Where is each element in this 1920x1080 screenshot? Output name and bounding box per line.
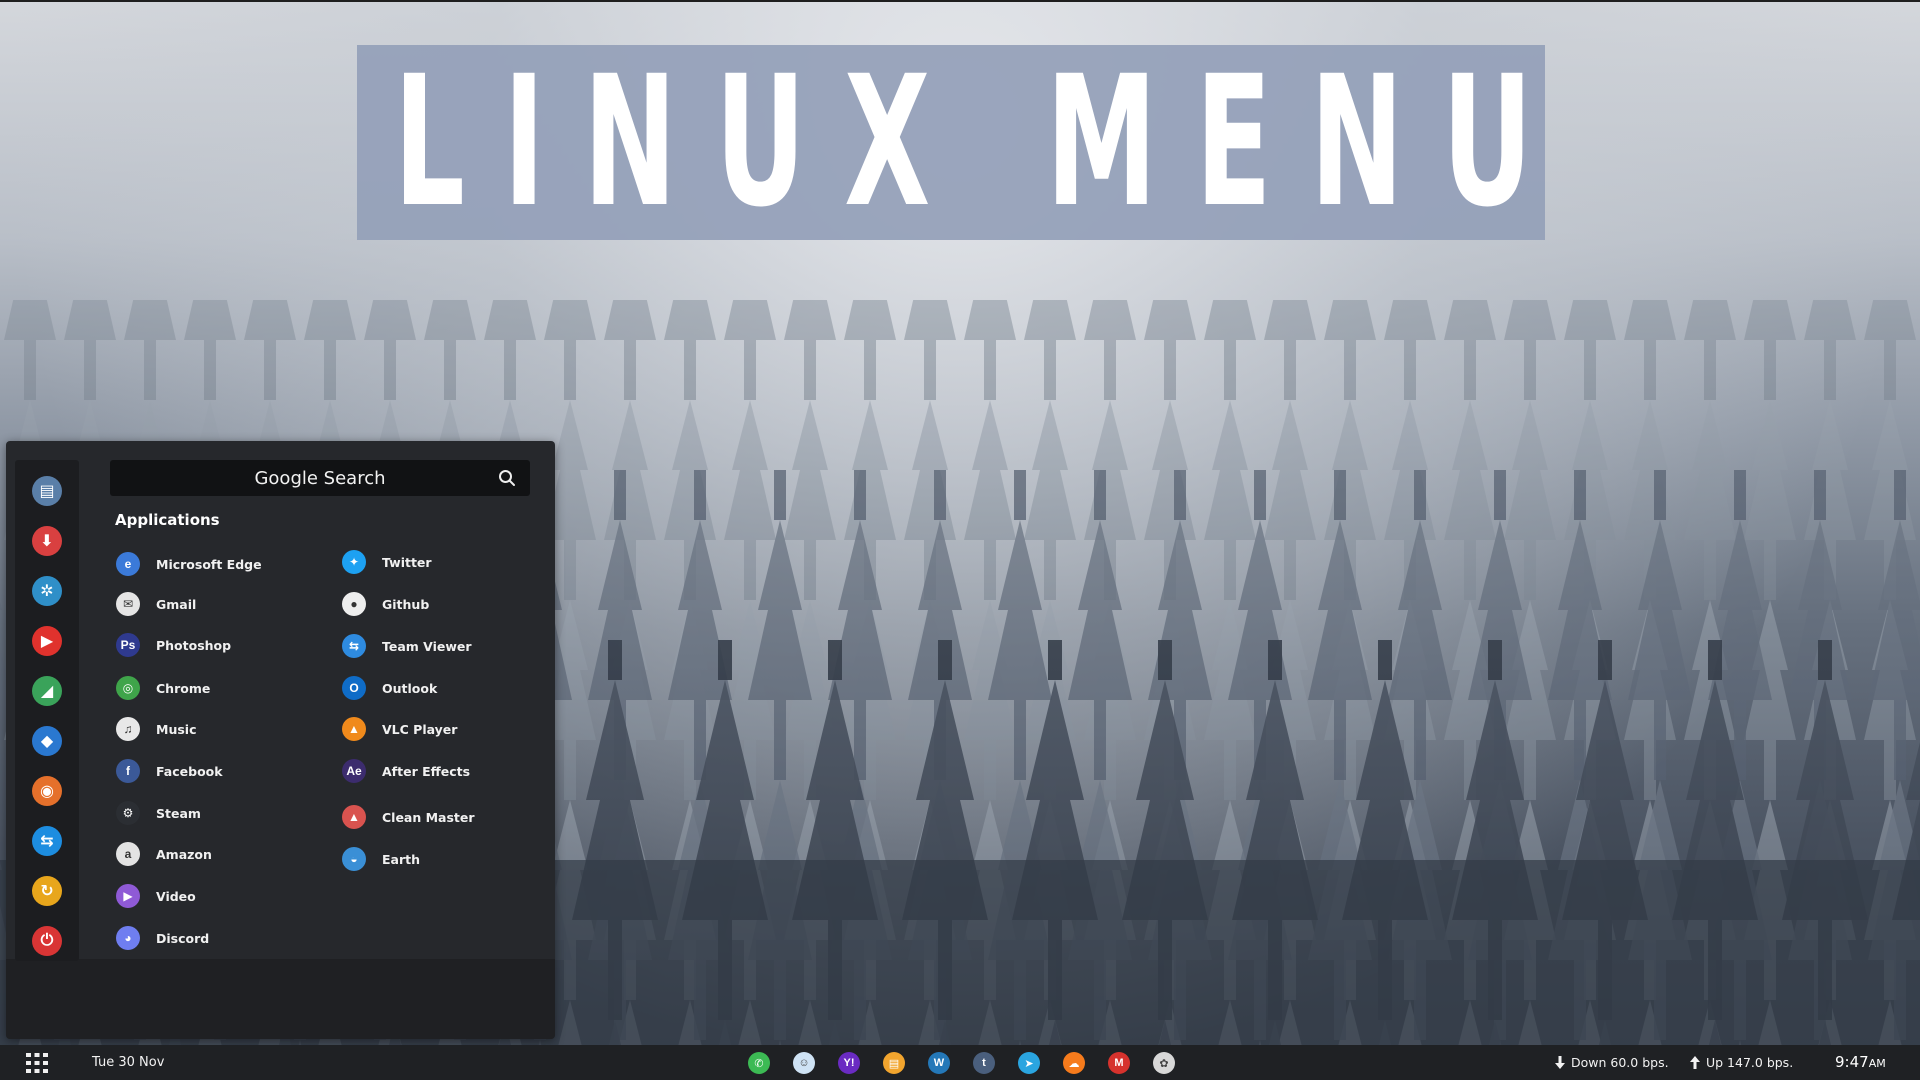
earth-icon: ◒ [342,847,366,871]
menu-footer [6,959,555,1039]
app-label: Twitter [382,554,432,570]
start-menu: ▤ ⬇ ✲ ▶ ◢ ◆ ◉ ⇆ ↻ ⏻ Applications e Microsoft Edge ✉… [6,441,555,1039]
app-label: Steam [156,805,201,821]
search-icon[interactable] [498,469,516,487]
tray-reddit-icon[interactable]: ☺ [793,1052,815,1074]
edge-icon: e [116,552,140,576]
clock-ampm: AM [1868,1057,1886,1070]
sidebar-settings-icon[interactable]: ✲ [32,576,62,606]
discord-icon: ◕ [116,926,140,950]
app-discord[interactable]: ◕ Discord [116,925,209,951]
app-steam[interactable]: ⚙ Steam [116,800,201,826]
app-vlc-player[interactable]: ▲ VLC Player [342,716,457,742]
app-grid-icon[interactable] [26,1053,48,1073]
sidebar-files-icon[interactable]: ▤ [32,476,62,506]
sidebar-teamviewer-icon[interactable]: ⇆ [32,826,62,856]
outlook-icon: O [342,676,366,700]
app-clean-master[interactable]: ▲ Clean Master [342,804,475,830]
taskbar-clock[interactable]: 9:47AM [1835,1053,1886,1071]
tray-telegram-icon[interactable]: ➤ [1018,1052,1040,1074]
menu-sidebar: ▤ ⬇ ✲ ▶ ◢ ◆ ◉ ⇆ ↻ ⏻ [15,460,79,961]
app-chrome[interactable]: ◎ Chrome [116,675,210,701]
net-down-text: Down 60.0 bps. [1571,1055,1669,1070]
app-music[interactable]: ♫ Music [116,716,196,742]
app-label: Music [156,721,197,737]
app-label: Gmail [156,596,197,612]
github-icon: ● [342,592,366,616]
tray-yahoo-icon[interactable]: Y! [838,1052,860,1074]
app-twitter[interactable]: ✦ Twitter [342,549,432,575]
facebook-icon: f [116,759,140,783]
app-earth[interactable]: ◒ Earth [342,846,420,872]
app-team-viewer[interactable]: ⇆ Team Viewer [342,633,472,659]
sidebar-downloader-icon[interactable]: ⬇ [32,526,62,556]
banner-title: LINUX MENU [393,37,1571,247]
twitter-icon: ✦ [342,550,366,574]
sidebar-dropbox-icon[interactable]: ◆ [32,726,62,756]
vlc-icon: ▲ [342,717,366,741]
app-outlook[interactable]: O Outlook [342,675,437,701]
title-banner: LINUX MENU [357,45,1545,240]
taskbar: Tue 30 Nov ✆ ☺ Y! ▤ Wt ➤ ☁ M ✿ Down 60.0 bps. Up… [0,1045,1920,1080]
tray-whatsapp-icon[interactable]: ✆ [748,1052,770,1074]
sidebar-sync-icon[interactable]: ↻ [32,876,62,906]
app-label: After Effects [382,763,471,779]
sidebar-firefox-icon[interactable]: ◉ [32,776,62,806]
app-label: Outlook [382,680,438,696]
app-label: VLC Player [382,721,458,737]
app-label: Earth [382,851,421,867]
sidebar-power-icon[interactable]: ⏻ [32,926,62,956]
aftereffects-icon: Ae [342,759,366,783]
arrow-down-icon [1555,1056,1565,1069]
app-amazon[interactable]: a Amazon [116,841,212,867]
app-github[interactable]: ● Github [342,591,429,617]
net-up-text: Up 147.0 bps. [1706,1055,1794,1070]
clock-time: 9:47 [1835,1053,1869,1071]
steam-icon: ⚙ [116,801,140,825]
tray-soundcloud-icon[interactable]: ☁ [1063,1052,1085,1074]
app-label: Microsoft Edge [156,556,262,572]
gmail-icon: ✉ [116,592,140,616]
video-icon: ▶ [116,884,140,908]
net-down-indicator: Down 60.0 bps. [1555,1055,1669,1070]
tray-files-icon[interactable]: ▤ [883,1052,905,1074]
app-label: Discord [156,930,210,946]
app-label: Clean Master [382,809,475,825]
tray-gmail-icon[interactable]: M [1108,1052,1130,1074]
teamviewer-icon: ⇆ [342,634,366,658]
sidebar-youtube-icon[interactable]: ▶ [32,626,62,656]
music-icon: ♫ [116,717,140,741]
app-photoshop[interactable]: Ps Photoshop [116,632,231,658]
app-facebook[interactable]: f Facebook [116,758,223,784]
applications-heading: Applications [115,511,220,529]
app-microsoft-edge[interactable]: e Microsoft Edge [116,551,262,577]
search-input[interactable] [150,467,490,489]
app-gmail[interactable]: ✉ Gmail [116,591,196,617]
app-label: Github [382,596,430,612]
chrome-icon: ◎ [116,676,140,700]
sidebar-maps-icon[interactable]: ◢ [32,676,62,706]
search-bar[interactable] [110,460,530,496]
cleanmaster-icon: ▲ [342,805,366,829]
app-video[interactable]: ▶ Video [116,883,196,909]
app-label: Amazon [156,846,212,862]
app-label: Video [156,888,196,904]
app-label: Photoshop [156,637,232,653]
tray-tumblr-icon[interactable]: t [973,1052,995,1074]
taskbar-date[interactable]: Tue 30 Nov [92,1055,164,1070]
tray-picasa-icon[interactable]: ✿ [1153,1052,1175,1074]
amazon-icon: a [116,842,140,866]
app-label: Facebook [156,763,223,779]
photoshop-icon: Ps [116,633,140,657]
arrow-up-icon [1690,1056,1700,1069]
app-label: Team Viewer [382,638,472,654]
app-label: Chrome [156,680,211,696]
app-after-effects[interactable]: Ae After Effects [342,758,470,784]
tray-wordpress-icon[interactable]: W [928,1052,950,1074]
net-up-indicator: Up 147.0 bps. [1690,1055,1793,1070]
